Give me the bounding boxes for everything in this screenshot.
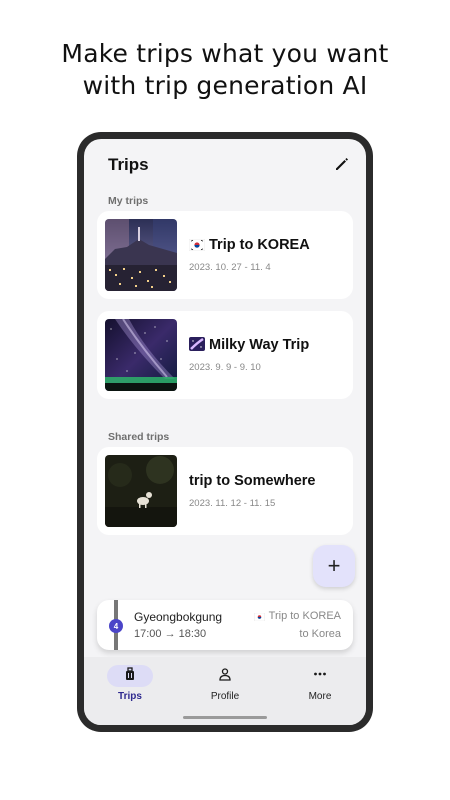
app-screen: Trips My trips Trip to KOREA 2023. 10. 2… (84, 139, 366, 725)
nav-item-profile[interactable]: Profile (185, 665, 265, 709)
trip-date: 2023. 10. 27 - 11. 4 (189, 262, 271, 273)
milky-way-icon (189, 337, 205, 355)
trip-thumbnail (105, 219, 177, 291)
trip-thumbnail (105, 455, 177, 527)
add-trip-button[interactable]: + (313, 545, 355, 587)
korea-flag-icon (253, 612, 265, 624)
trip-title-text: Milky Way Trip (209, 337, 310, 353)
section-label-shared-trips: Shared trips (108, 431, 170, 443)
nav-label: Profile (210, 691, 240, 702)
korea-flag-icon (188, 238, 206, 255)
headline-line-1: Make trips what you want (61, 39, 389, 68)
nav-item-trips[interactable]: Trips (90, 665, 170, 709)
trip-title: trip to Somewhere (189, 473, 316, 489)
schedule-trip-text: Trip to KOREA (268, 610, 341, 622)
nav-item-more[interactable]: More (280, 665, 360, 709)
headline-line-2: with trip generation AI (82, 71, 368, 100)
person-icon (218, 667, 232, 686)
trip-card[interactable]: trip to Somewhere 2023. 11. 12 - 11. 15 (97, 447, 353, 535)
trip-title: Trip to KOREA (188, 237, 310, 255)
schedule-time: 17:00 → 18:30 (134, 628, 207, 640)
plus-icon: + (327, 553, 341, 578)
schedule-order-badge: 4 (109, 619, 123, 633)
more-dots-icon (313, 667, 327, 686)
luggage-icon (123, 666, 137, 686)
schedule-place: Gyeongbokgung (134, 610, 223, 624)
nav-label: More (308, 691, 332, 702)
phone-frame: Trips My trips Trip to KOREA 2023. 10. 2… (77, 132, 373, 732)
page-title: Trips (108, 155, 149, 174)
trip-date: 2023. 11. 12 - 11. 15 (189, 498, 276, 509)
trip-card[interactable]: Trip to KOREA 2023. 10. 27 - 11. 4 (97, 211, 353, 299)
pencil-icon[interactable] (332, 154, 352, 174)
trip-date: 2023. 9. 9 - 9. 10 (189, 362, 261, 373)
bottom-navigation: Trips Profile More (84, 657, 366, 725)
trip-thumbnail (105, 319, 177, 391)
promo-headline: Make trips what you want with trip gener… (0, 38, 450, 102)
current-schedule-card[interactable]: 4 Gyeongbokgung 17:00 → 18:30 Trip to KO… (97, 600, 353, 650)
schedule-destination: to Korea (299, 628, 341, 640)
home-indicator[interactable] (183, 716, 267, 719)
section-label-my-trips: My trips (108, 195, 149, 207)
trip-card[interactable]: Milky Way Trip 2023. 9. 9 - 9. 10 (97, 311, 353, 399)
nav-label: Trips (118, 691, 142, 702)
trip-title-text: Trip to KOREA (209, 237, 310, 253)
schedule-trip-name: Trip to KOREA (253, 610, 341, 624)
trip-title: Milky Way Trip (189, 337, 309, 355)
